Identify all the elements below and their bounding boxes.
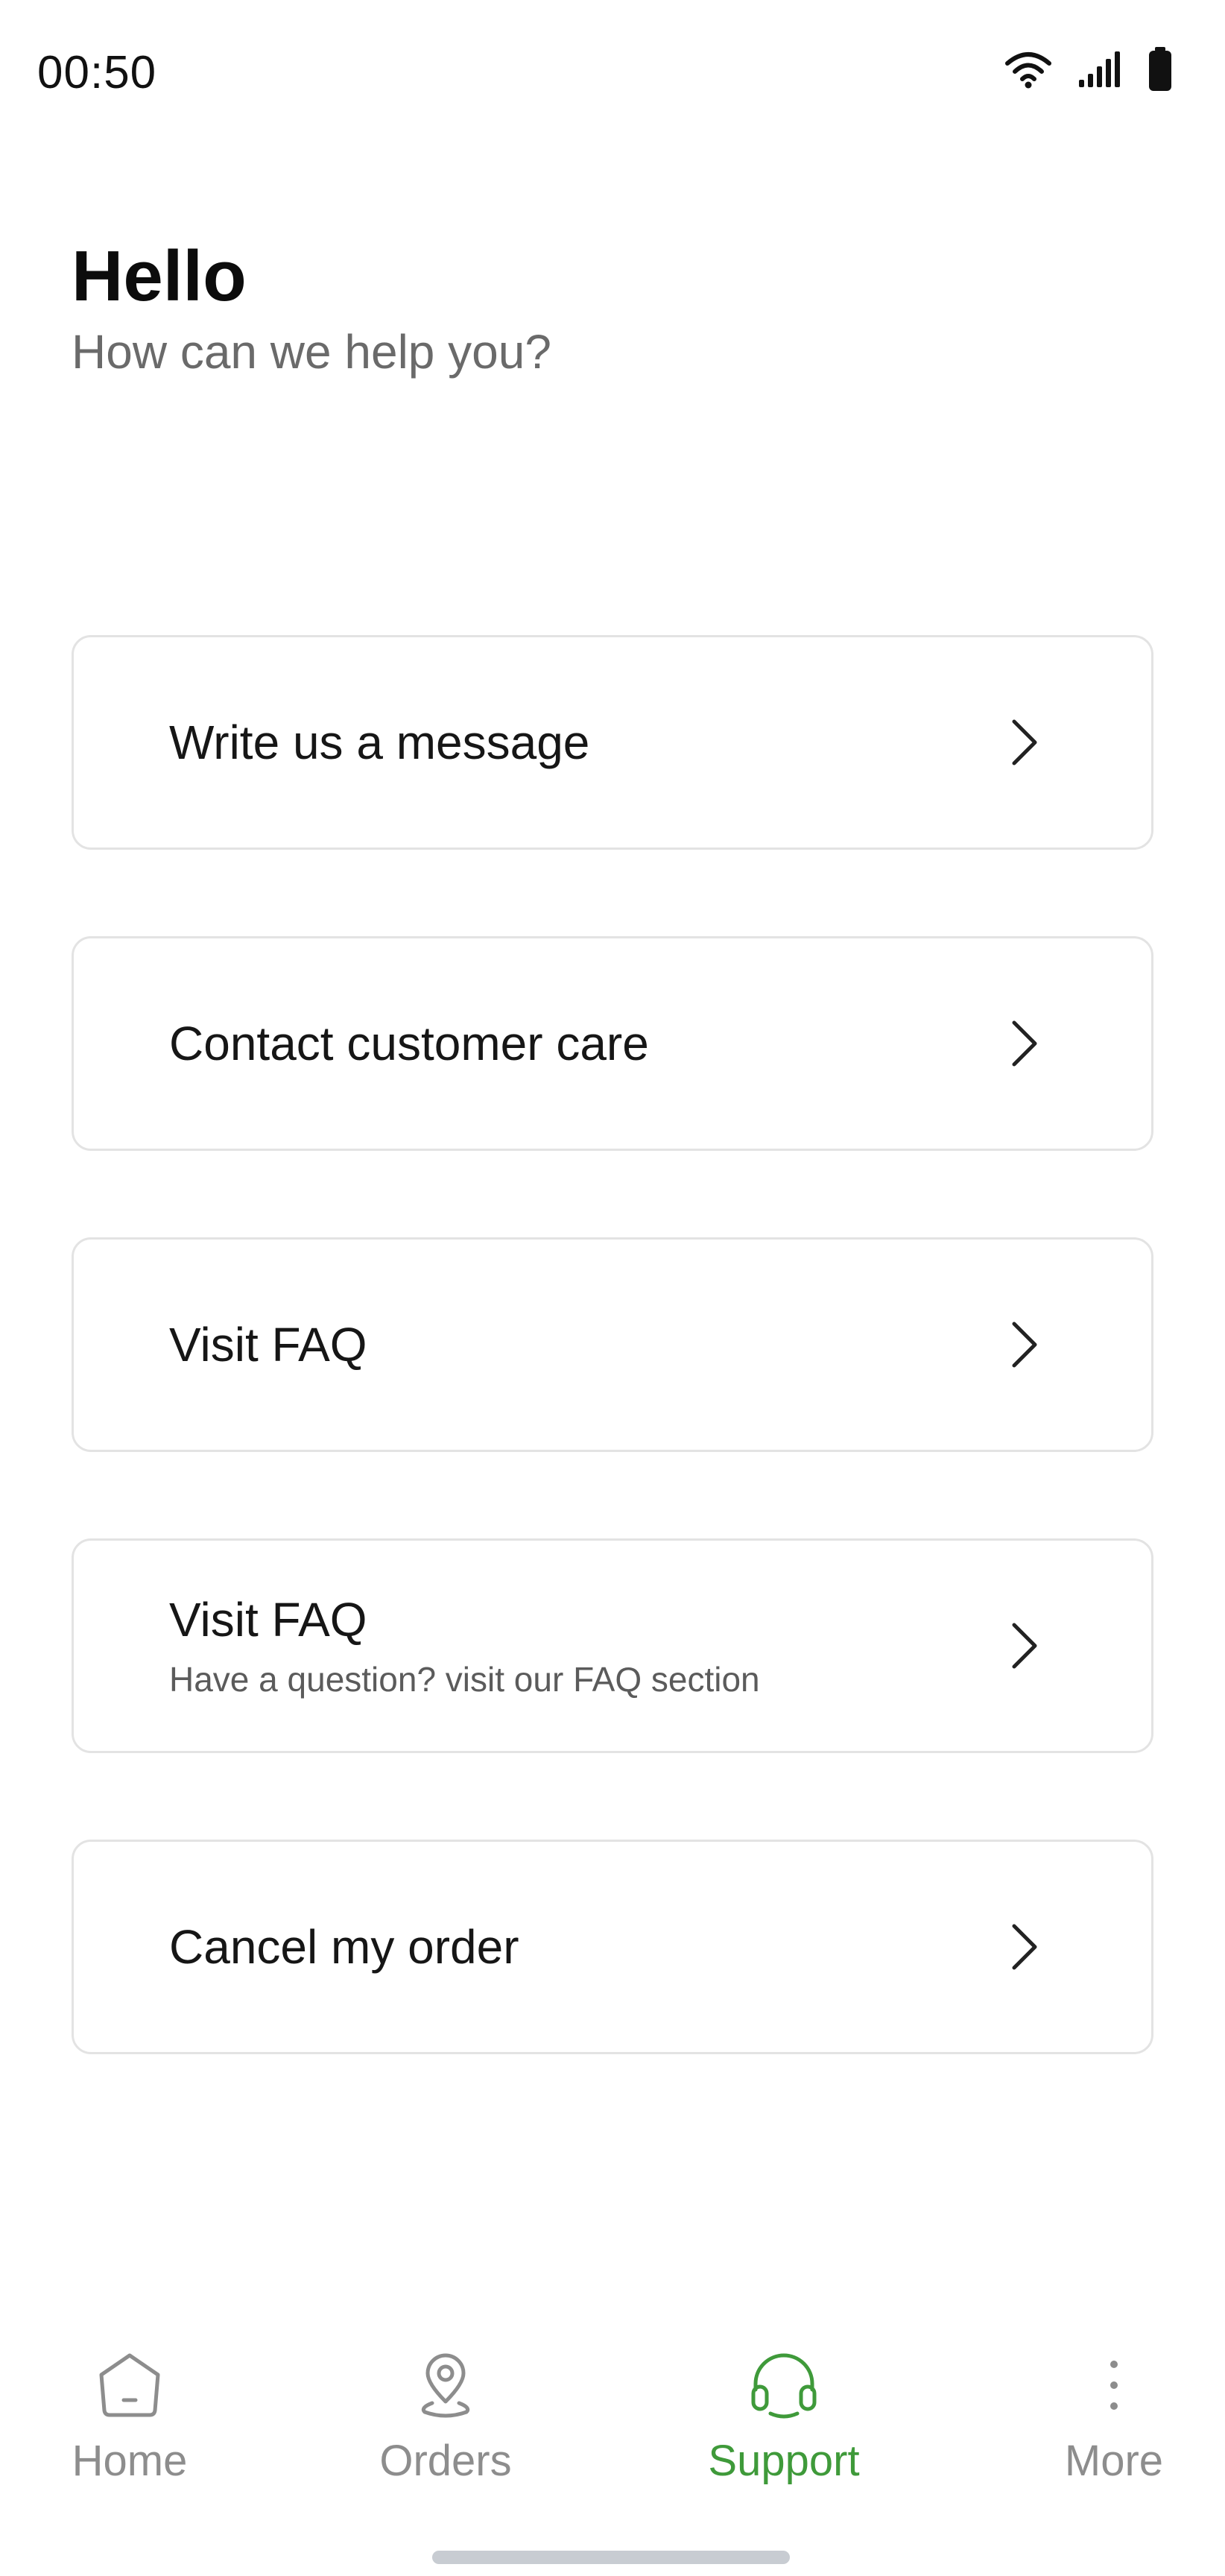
status-time: 00:50 [37,47,157,98]
signal-icon [1077,50,1122,89]
contact-customer-care-option[interactable]: Contact customer care [72,936,1153,1151]
chevron-right-icon [1010,719,1039,766]
visit-faq-detail-option[interactable]: Visit FAQ Have a question? visit our FAQ… [72,1538,1153,1753]
home-icon [95,2348,164,2422]
write-message-option[interactable]: Write us a message [72,635,1153,850]
chevron-right-icon [1010,1622,1039,1670]
headset-icon [748,2348,820,2422]
bottom-nav: Home Orders Support More [0,2348,1225,2519]
nav-orders[interactable]: Orders [379,2348,513,2519]
nav-label: Support [708,2437,860,2485]
menu-item-label: Contact customer care [169,1016,649,1070]
menu-text: Cancel my order [169,1919,519,1976]
battery-icon [1148,47,1173,92]
nav-label: More [1064,2437,1164,2485]
cancel-order-option[interactable]: Cancel my order [72,1840,1153,2054]
nav-label: Home [72,2437,188,2485]
status-icons [1004,43,1173,95]
menu-item-label: Write us a message [169,715,590,769]
chevron-right-icon [1010,1020,1039,1067]
home-indicator[interactable] [432,2551,790,2564]
menu-text: Write us a message [169,714,589,771]
visit-faq-option[interactable]: Visit FAQ [72,1237,1153,1452]
nav-label: Orders [379,2437,512,2485]
page-title: Hello [72,236,247,316]
chevron-right-icon [1010,1321,1039,1368]
menu-item-label: Visit FAQ [169,1593,367,1647]
page-subtitle: How can we help you? [72,324,551,379]
status-bar: 00:50 [0,0,1225,149]
menu-item-label: Visit FAQ [169,1317,367,1371]
location-pin-icon [416,2348,475,2422]
menu-item-label: Cancel my order [169,1919,519,1974]
chevron-right-icon [1010,1923,1039,1971]
menu-text: Visit FAQ Have a question? visit our FAQ… [169,1591,760,1700]
menu-text: Contact customer care [169,1015,649,1073]
support-options-list: Write us a message Contact customer care… [72,635,1153,2141]
menu-item-subtitle: Have a question? visit our FAQ section [169,1659,760,1699]
greeting: Hello How can we help you? [72,237,551,380]
more-vertical-icon [1107,2348,1121,2422]
wifi-icon [1004,50,1052,89]
menu-text: Visit FAQ [169,1316,367,1374]
nav-more[interactable]: More [1060,2348,1168,2519]
nav-home[interactable]: Home [72,2348,188,2519]
nav-support[interactable]: Support [703,2348,864,2519]
